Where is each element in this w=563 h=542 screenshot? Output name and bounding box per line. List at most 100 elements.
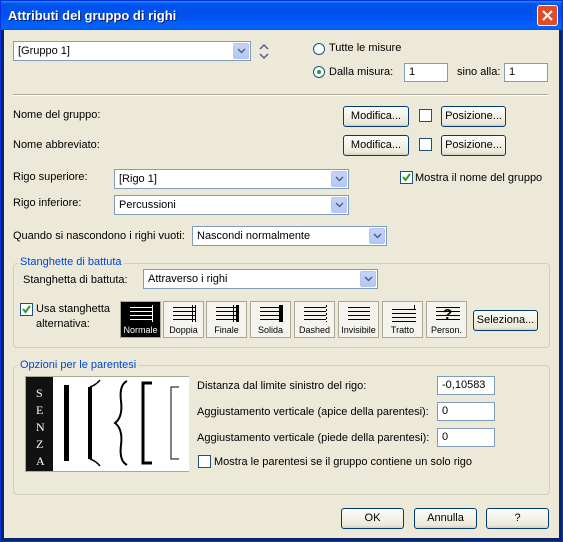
chevron-down-icon[interactable]	[369, 228, 385, 244]
edit-group-name-button[interactable]: Modifica...	[343, 106, 409, 127]
single-staff-bracket-label: Mostra le parentesi se il gruppo contien…	[214, 456, 473, 468]
staff-final-icon	[216, 305, 239, 322]
select-barline-button[interactable]: Seleziona...	[473, 310, 538, 331]
single-staff-bracket-checkbox[interactable]	[198, 455, 211, 468]
top-staff-label: Rigo superiore:	[13, 171, 88, 183]
bracket-top-adjust-input[interactable]: 0	[437, 402, 495, 421]
to-measure-input[interactable]: 1	[504, 63, 548, 82]
staff-tick-icon	[392, 305, 416, 322]
ok-button[interactable]: OK	[341, 508, 404, 529]
group-select[interactable]: [Gruppo 1]	[13, 41, 251, 61]
desk-bracket-icon	[88, 379, 101, 467]
staff-custom-icon: ?	[436, 306, 460, 323]
hide-staves-select[interactable]: Nascondi normalmente	[192, 226, 387, 246]
show-group-name-checkbox[interactable]	[400, 171, 413, 184]
bracket-distance-input[interactable]: -0,10583	[437, 376, 495, 395]
barline-select[interactable]: Attraverso i righi	[143, 269, 378, 289]
barline-normale-label: Normale	[123, 325, 158, 335]
none-letter-z: Z	[36, 437, 44, 451]
checkmark-icon	[402, 173, 411, 182]
top-staff-select[interactable]: [Rigo 1]	[114, 169, 349, 189]
staff-dashed-icon	[304, 305, 327, 322]
dialog-body: [Gruppo 1] Tutte le misure Dalla misura:…	[4, 30, 559, 538]
from-measure-radio[interactable]	[313, 66, 325, 78]
chevron-down-icon[interactable]	[360, 271, 376, 287]
barline-person-button[interactable]: ? Person.	[426, 301, 467, 338]
barline-doppia-label: Doppia	[169, 325, 198, 335]
staff-invisible-icon	[348, 307, 370, 320]
bracket-thin-option[interactable]	[161, 377, 189, 471]
alt-barline-checkbox[interactable]	[20, 303, 33, 316]
barline-tratto-button[interactable]: Tratto	[382, 301, 423, 338]
barline-tratto-label: Tratto	[390, 325, 415, 335]
all-measures-radio[interactable]	[313, 43, 325, 55]
bracket-thick-line-option[interactable]	[53, 377, 81, 471]
staff-double-icon	[173, 305, 196, 322]
barline-finale-button[interactable]: Finale	[206, 301, 247, 338]
close-icon	[542, 10, 553, 21]
barlines-legend: Stanghette di battuta	[18, 256, 124, 268]
help-button[interactable]: ?	[486, 508, 549, 529]
bracket-style-picker: S E N Z A	[25, 376, 189, 472]
barline-doppia-button[interactable]: Doppia	[163, 301, 204, 338]
edit-short-name-button[interactable]: Modifica...	[343, 135, 409, 156]
barline-invisibile-button[interactable]: Invisibile	[338, 301, 379, 338]
hide-staves-label: Quando si nascondono i righi vuoti:	[13, 230, 185, 242]
short-name-position-button[interactable]: Posizione...	[441, 135, 506, 156]
bracket-none-option[interactable]: S E N Z A	[26, 377, 54, 471]
staff-solid-icon	[260, 305, 283, 322]
to-measure-label: sino alla:	[457, 66, 501, 78]
group-name-checkbox[interactable]	[419, 109, 432, 122]
chevron-down-icon[interactable]	[331, 197, 347, 213]
short-name-checkbox[interactable]	[419, 138, 432, 151]
bottom-staff-value: Percussioni	[119, 199, 176, 211]
bracket-distance-label: Distanza dal limite sinistro del rigo:	[197, 380, 367, 392]
bottom-staff-label: Rigo inferiore:	[13, 197, 82, 209]
barline-finale-label: Finale	[214, 325, 239, 335]
top-staff-value: [Rigo 1]	[119, 173, 157, 185]
hide-staves-value: Nascondi normalmente	[197, 230, 311, 242]
show-group-name-label: Mostra il nome del gruppo	[415, 172, 543, 184]
bracket-desk-option[interactable]	[80, 377, 108, 471]
cancel-button[interactable]: Annulla	[414, 508, 477, 529]
barline-solida-label: Solida	[257, 325, 284, 335]
group-name-label: Nome del gruppo:	[13, 109, 101, 121]
bracket-bottom-adjust-input[interactable]: 0	[437, 428, 495, 447]
svg-text:?: ?	[443, 306, 452, 323]
chevron-down-icon[interactable]	[233, 43, 249, 59]
group-spinner[interactable]	[257, 41, 271, 61]
none-letter-s: S	[36, 386, 43, 400]
curly-brace-icon	[113, 380, 128, 466]
none-letter-e: E	[36, 403, 44, 417]
bracket-piano-option[interactable]	[134, 377, 162, 471]
group-select-value: [Gruppo 1]	[18, 45, 70, 57]
staff-normal-icon	[130, 305, 153, 322]
barline-solida-button[interactable]: Solida	[250, 301, 291, 338]
alt-barline-label-line1: Usa stanghetta	[36, 303, 110, 315]
none-letter-a: A	[36, 454, 45, 468]
title-bar[interactable]: Attributi del gruppo di righi	[1, 1, 562, 30]
bottom-staff-select[interactable]: Percussioni	[114, 195, 349, 215]
alt-barline-label-line2: alternativa:	[36, 318, 90, 330]
barline-value: Attraverso i righi	[148, 273, 228, 285]
piano-bracket-icon	[141, 381, 152, 465]
divider	[13, 94, 548, 96]
dialog-window: Attributi del gruppo di righi [Gruppo 1]…	[0, 0, 563, 542]
short-name-label: Nome abbreviato:	[13, 139, 100, 151]
barline-dashed-label: Dashed	[298, 325, 331, 335]
checkmark-icon	[22, 305, 31, 314]
bracket-curly-option[interactable]	[107, 377, 135, 471]
barline-dashed-button[interactable]: Dashed	[294, 301, 335, 338]
barline-normale-button[interactable]: Normale	[120, 301, 161, 338]
none-letter-n: N	[36, 420, 45, 434]
bracket-top-adjust-label: Aggiustamento verticale (apice della par…	[197, 406, 429, 418]
close-button[interactable]	[537, 5, 558, 26]
from-measure-input[interactable]: 1	[404, 63, 448, 82]
chevron-down-icon[interactable]	[331, 171, 347, 187]
barline-invisibile-label: Invisibile	[341, 325, 376, 335]
barline-person-label: Person.	[430, 325, 463, 335]
group-name-position-button[interactable]: Posizione...	[441, 106, 506, 127]
barline-label: Stanghetta di battuta:	[23, 274, 128, 286]
thin-bracket-icon	[170, 386, 179, 460]
spin-updown-icon	[259, 43, 269, 60]
